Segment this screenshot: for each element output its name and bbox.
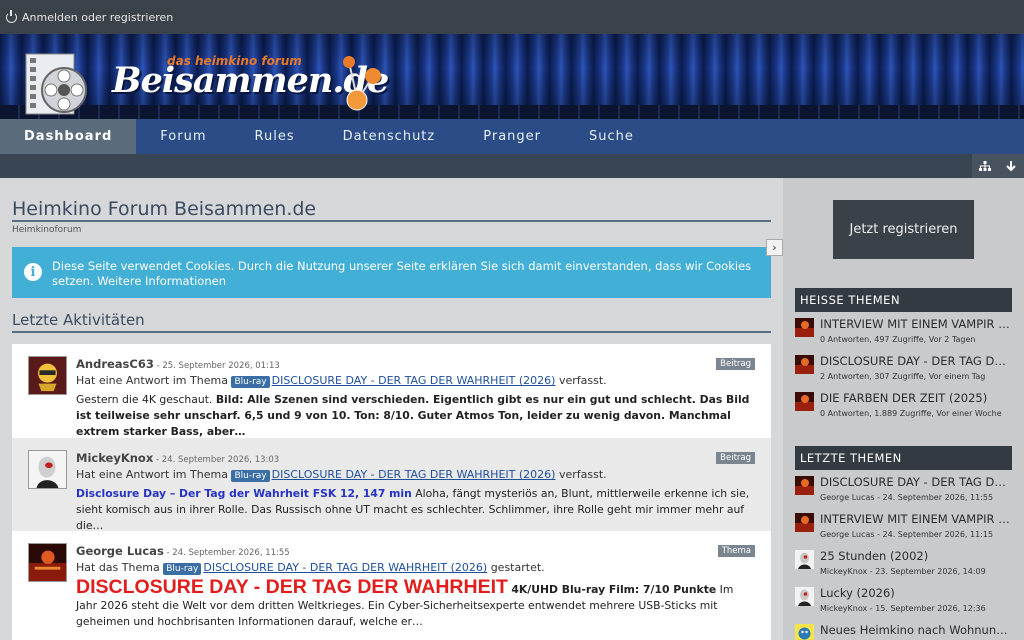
activity-excerpt[interactable]: Gestern die 4K geschaut. Bild: Alle Szen…: [76, 392, 755, 440]
type-badge: Beitrag: [716, 452, 755, 464]
hot-topic-item[interactable]: INTERVIEW MIT EINEM VAMPIR (1994) 0 Antw…: [795, 315, 1012, 352]
excerpt-bold-text: 4K/UHD Blu-ray Film: 7/10 Punkte: [511, 583, 717, 596]
sub-nav: [0, 154, 1024, 178]
thread-link[interactable]: DISCLOSURE DAY - DER TAG DER WAHRHEIT (2…: [203, 561, 487, 574]
topic-thumbnail: [795, 355, 814, 374]
main-content: Heimkino Forum Beisammen.de Heimkinoforu…: [0, 178, 783, 640]
topic-meta: 2 Antworten, 307 Zugriffe, Vor einem Tag: [820, 372, 986, 381]
avatar[interactable]: [28, 543, 67, 582]
hot-topic-item[interactable]: DIE FARBEN DER ZEIT (2025) 0 Antworten, …: [795, 389, 1012, 426]
cookie-notice: i Diese Seite verwendet Cookies. Durch d…: [12, 247, 771, 298]
sitemap-icon: [979, 161, 991, 171]
latest-topic-item[interactable]: Lucky (2026) MickeyKnox - 15. September …: [795, 584, 1012, 621]
topic-title[interactable]: DISCLOSURE DAY - DER TAG DER WAHRHEIT (2…: [820, 475, 1012, 489]
activity-item: MickeyKnox - 24. September 2026, 13:03 H…: [12, 438, 771, 534]
avatar[interactable]: [28, 356, 67, 395]
thread-link[interactable]: DISCLOSURE DAY - DER TAG DER WAHRHEIT (2…: [272, 374, 556, 387]
activity-user[interactable]: George Lucas: [76, 544, 164, 558]
nav-datenschutz[interactable]: Datenschutz: [319, 119, 460, 154]
excerpt-blue-text: Disclosure Day – Der Tag der Wahrheit FS…: [76, 487, 412, 500]
activity-action-suffix: verfasst.: [558, 468, 607, 481]
latest-topic-item[interactable]: DISCLOSURE DAY - DER TAG DER WAHRHEIT (2…: [795, 473, 1012, 510]
main-nav: Dashboard Forum Rules Datenschutz Prange…: [0, 119, 1024, 154]
arrow-down-icon: [1006, 160, 1016, 171]
molecule-logo-icon: [343, 56, 381, 111]
topic-meta: MickeyKnox - 23. September 2026, 14:09: [820, 567, 986, 576]
topic-title[interactable]: INTERVIEW MIT EINEM VAMPIR (1994): [820, 317, 1012, 331]
topic-meta: George Lucas - 24. September 2026, 11:15: [820, 530, 994, 539]
info-icon: i: [24, 263, 42, 281]
activities-heading: Letzte Aktivitäten: [12, 311, 145, 329]
breadcrumb[interactable]: Heimkinoforum: [12, 225, 81, 235]
activity-date: 24. September 2026, 11:55: [172, 548, 290, 558]
user-avatar-thumbnail: [795, 550, 814, 569]
topic-meta: 0 Antworten, 1.889 Zugriffe, Vor einer W…: [820, 409, 1002, 418]
activity-item: AndreasC63 - 25. September 2026, 01:13 H…: [12, 344, 771, 438]
excerpt-text: Gestern die 4K geschaut.: [76, 393, 213, 406]
activity-action: Hat eine Antwort im Thema: [76, 468, 228, 481]
type-badge: Thema: [717, 545, 755, 557]
activity-user[interactable]: AndreasC63: [76, 357, 154, 371]
title-divider: [12, 220, 771, 222]
cookie-notice-text[interactable]: Diese Seite verwendet Cookies. Durch die…: [52, 259, 751, 288]
hot-topic-item[interactable]: DISCLOSURE DAY - DER TAG DER WAHRHEIT (2…: [795, 352, 1012, 389]
topic-meta: George Lucas - 24. September 2026, 11:55: [820, 493, 994, 502]
topic-title[interactable]: Lucky (2026): [820, 586, 1012, 600]
sitemap-button[interactable]: [972, 154, 998, 178]
nav-suche[interactable]: Suche: [565, 119, 658, 154]
topic-title[interactable]: DIE FARBEN DER ZEIT (2025): [820, 391, 1012, 405]
cinema-seats: [0, 105, 1024, 119]
topic-title[interactable]: DISCLOSURE DAY - DER TAG DER WAHRHEIT (2…: [820, 354, 1012, 368]
user-avatar-thumbnail: [795, 624, 814, 640]
sidebar-toggle-chevron-icon[interactable]: ›: [766, 239, 783, 256]
activity-date: 25. September 2026, 01:13: [162, 361, 280, 371]
excerpt-headline: DISCLOSURE DAY - DER TAG DER WAHRHEIT: [76, 576, 508, 598]
type-badge: Beitrag: [716, 358, 755, 370]
site-header: das heimkino forum Beisammen.de: [0, 34, 1024, 119]
logo-subtitle: das heimkino forum: [167, 54, 302, 68]
activity-action: Hat eine Antwort im Thema: [76, 374, 228, 387]
activity-item: George Lucas - 24. September 2026, 11:55…: [12, 531, 771, 640]
scroll-down-button[interactable]: [998, 154, 1024, 178]
topic-meta: MickeyKnox - 15. September 2026, 12:36: [820, 604, 986, 613]
nav-rules[interactable]: Rules: [231, 119, 319, 154]
user-bar: Anmelden oder registrieren: [0, 0, 1024, 34]
activity-action-suffix: gestartet.: [490, 561, 545, 574]
latest-topic-item[interactable]: Neues Heimkino nach Wohnungsvollendung: [795, 621, 1012, 640]
topic-title[interactable]: 25 Stunden (2002): [820, 549, 1012, 563]
bluray-tag[interactable]: Blu-ray: [163, 563, 202, 575]
hot-topics-heading: HEISSE THEMEN: [795, 288, 1012, 312]
activity-excerpt[interactable]: DISCLOSURE DAY - DER TAG DER WAHRHEIT 4K…: [76, 576, 755, 630]
latest-topic-item[interactable]: 25 Stunden (2002) MickeyKnox - 23. Septe…: [795, 547, 1012, 584]
thread-link[interactable]: DISCLOSURE DAY - DER TAG DER WAHRHEIT (2…: [272, 468, 556, 481]
topic-title[interactable]: Neues Heimkino nach Wohnungsvollendung: [820, 623, 1012, 637]
topic-thumbnail: [795, 476, 814, 495]
film-reel-logo-icon[interactable]: [24, 52, 88, 116]
activity-excerpt[interactable]: Disclosure Day – Der Tag der Wahrheit FS…: [76, 486, 755, 534]
nav-forum[interactable]: Forum: [136, 119, 230, 154]
sidebar: Jetzt registrieren HEISSE THEMEN INTERVI…: [783, 178, 1024, 640]
user-avatar-thumbnail: [795, 587, 814, 606]
topic-thumbnail: [795, 318, 814, 337]
activity-user[interactable]: MickeyKnox: [76, 451, 153, 465]
login-link[interactable]: Anmelden oder registrieren: [22, 11, 173, 24]
nav-pranger[interactable]: Pranger: [459, 119, 565, 154]
activity-action-suffix: verfasst.: [558, 374, 607, 387]
topic-title[interactable]: INTERVIEW MIT EINEM VAMPIR (1994): [820, 512, 1012, 526]
bluray-tag[interactable]: Blu-ray: [231, 376, 270, 388]
topic-thumbnail: [795, 513, 814, 532]
latest-topics-heading: LETZTE THEMEN: [795, 446, 1012, 470]
bluray-tag[interactable]: Blu-ray: [231, 470, 270, 482]
section-divider: [12, 331, 771, 333]
page-title: Heimkino Forum Beisammen.de: [12, 198, 317, 220]
avatar[interactable]: [28, 450, 67, 489]
power-icon: [6, 9, 17, 23]
nav-dashboard[interactable]: Dashboard: [0, 119, 137, 154]
topic-thumbnail: [795, 392, 814, 411]
register-button[interactable]: Jetzt registrieren: [833, 200, 974, 259]
topic-meta: 0 Antworten, 497 Zugriffe, Vor 2 Tagen: [820, 335, 976, 344]
activity-action: Hat das Thema: [76, 561, 160, 574]
activity-date: 24. September 2026, 13:03: [161, 455, 280, 465]
latest-topic-item[interactable]: INTERVIEW MIT EINEM VAMPIR (1994) George…: [795, 510, 1012, 547]
